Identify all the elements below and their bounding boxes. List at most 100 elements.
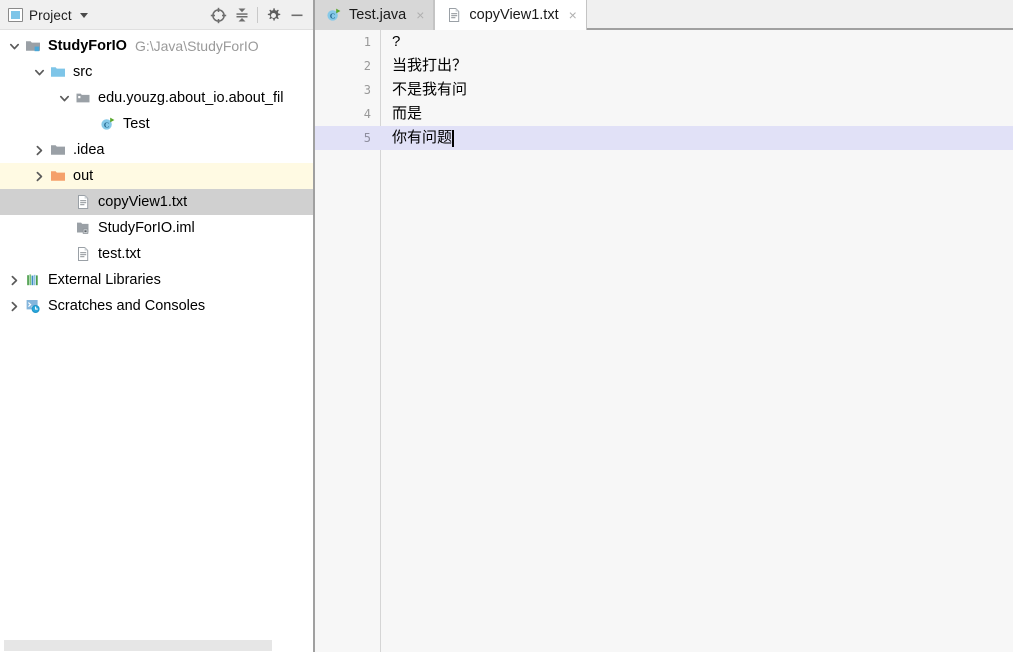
tab-file-icon — [446, 7, 462, 23]
crosshair-target-icon — [210, 7, 226, 23]
tree-node-icon — [24, 38, 42, 54]
editor-line[interactable]: 1? — [315, 30, 1013, 54]
java-class-runnable-icon: C — [327, 8, 341, 21]
close-icon[interactable]: × — [569, 8, 577, 22]
tree-node-icon — [74, 220, 92, 236]
editor-line[interactable]: 2 当我打出？ — [315, 54, 1013, 78]
collapse-all-icon — [236, 8, 248, 22]
project-tool-window: Project StudyForIO G:\Java\StudyForIO sr… — [0, 0, 313, 652]
line-number: 3 — [363, 83, 371, 97]
editor-line[interactable]: 3 不是我有问 — [315, 78, 1013, 102]
editor-tab-copyview1-txt[interactable]: copyView1.txt × — [434, 0, 587, 30]
tree-node-studyforio-iml[interactable]: StudyForIO.iml — [0, 215, 313, 241]
line-text: 而是 — [392, 105, 423, 122]
tree-node-external-libraries[interactable]: External Libraries — [0, 267, 313, 293]
tab-label: Test.java — [349, 7, 407, 23]
text-file-icon — [78, 195, 89, 209]
chevron-down-icon[interactable] — [29, 66, 49, 79]
chevron-right-icon[interactable] — [4, 274, 24, 287]
scrollbar-thumb[interactable] — [4, 640, 272, 651]
line-text: 不是我有问 — [392, 81, 468, 98]
tree-node-scratches-and-consoles[interactable]: Scratches and Consoles — [0, 293, 313, 319]
libraries-icon — [27, 274, 38, 286]
chevron-down-icon[interactable] — [79, 12, 88, 18]
tree-node-label: out — [73, 168, 94, 184]
tree-node-test[interactable]: C Test — [0, 111, 313, 137]
project-title-label: Project — [29, 7, 72, 23]
editor-line[interactable]: 4 而是 — [315, 102, 1013, 126]
tree-node-label: copyView1.txt — [98, 194, 188, 210]
line-number: 1 — [363, 35, 371, 49]
tab-file-icon: C — [326, 7, 342, 23]
svg-text:C: C — [104, 120, 109, 129]
text-caret — [452, 129, 455, 147]
line-text: 当我打出？ — [392, 57, 468, 74]
tree-node--idea[interactable]: .idea — [0, 137, 313, 163]
tree-node-test-txt[interactable]: test.txt — [0, 241, 313, 267]
text-file-icon — [449, 8, 460, 22]
collapse-all-button[interactable] — [230, 3, 254, 27]
chevron-down-icon[interactable] — [54, 92, 74, 105]
hide-button[interactable] — [285, 3, 309, 27]
excluded-folder-icon — [51, 171, 65, 181]
tree-node-label: test.txt — [98, 246, 141, 262]
line-number: 5 — [363, 131, 371, 145]
tree-node-label: src — [73, 64, 93, 80]
iml-file-icon — [77, 222, 89, 234]
editor-area: C Test.java × copyView1.txt × 1? 2 当我打出？ 3 不是我有问… — [315, 0, 1013, 652]
editor-line[interactable]: 5 你有问题 — [315, 126, 1013, 150]
project-tree-horizontal-scrollbar[interactable] — [0, 638, 313, 652]
java-class-runnable-icon: C — [101, 117, 115, 130]
settings-button[interactable] — [261, 3, 285, 27]
module-folder-icon — [26, 41, 40, 52]
project-tree[interactable]: StudyForIO G:\Java\StudyForIO src edu.youzg… — [0, 30, 313, 652]
tree-node-icon — [24, 298, 42, 314]
chevron-down-icon[interactable] — [4, 40, 24, 53]
project-tool-window-header: Project — [0, 0, 313, 30]
tree-node-label: StudyForIO — [48, 38, 127, 54]
tree-node-icon — [24, 272, 42, 288]
tree-node-label: Test — [123, 116, 150, 132]
tree-node-label: Scratches and Consoles — [48, 298, 206, 314]
tree-node-studyforio[interactable]: StudyForIO G:\Java\StudyForIO — [0, 33, 313, 59]
tree-node-label: StudyForIO.iml — [98, 220, 195, 236]
chevron-right-icon[interactable] — [29, 170, 49, 183]
editor-tab-bar: C Test.java × copyView1.txt × — [315, 0, 1013, 30]
chevron-right-icon[interactable] — [29, 144, 49, 157]
tree-node-icon: C — [99, 116, 117, 132]
tree-node-src[interactable]: src — [0, 59, 313, 85]
tab-label: copyView1.txt — [469, 7, 559, 23]
tree-node-copyview1-txt[interactable]: copyView1.txt — [0, 189, 313, 215]
chevron-right-icon[interactable] — [4, 300, 24, 313]
tree-node-icon — [74, 90, 92, 106]
tree-node-icon — [49, 142, 67, 158]
locate-file-button[interactable] — [206, 3, 230, 27]
tree-node-label: edu.youzg.about_io.about_fil — [98, 90, 284, 106]
ide-window: Project StudyForIO G:\Java\StudyForIO sr… — [0, 0, 1013, 652]
editor-text-area[interactable]: 1? 2 当我打出？ 3 不是我有问 4 而是 5 你有问题 — [315, 30, 1013, 652]
tree-node-path-label: G:\Java\StudyForIO — [134, 38, 259, 54]
tree-node-icon — [49, 168, 67, 184]
tree-node-icon — [74, 194, 92, 210]
line-text: ? — [392, 33, 401, 50]
folder-icon — [51, 145, 65, 155]
project-window-icon — [8, 8, 23, 22]
tree-node-icon — [74, 246, 92, 262]
tree-node-icon — [49, 64, 67, 80]
line-number: 2 — [363, 59, 371, 73]
tree-node-edu-youzg-about-io-about-fil[interactable]: edu.youzg.about_io.about_fil — [0, 85, 313, 111]
tree-node-out[interactable]: out — [0, 163, 313, 189]
text-file-icon — [78, 247, 89, 261]
tree-node-label: .idea — [73, 142, 105, 158]
source-root-folder-icon — [51, 67, 65, 77]
package-icon — [76, 93, 90, 103]
project-title-dropdown[interactable]: Project — [8, 8, 88, 23]
editor-tab-test-java[interactable]: C Test.java × — [315, 0, 435, 30]
line-number: 4 — [363, 107, 371, 121]
scratches-icon — [26, 300, 40, 313]
gear-icon — [267, 7, 280, 21]
svg-text:C: C — [330, 11, 335, 20]
minimize-icon — [291, 14, 303, 17]
close-icon[interactable]: × — [416, 8, 424, 22]
toolbar-separator — [257, 7, 258, 23]
